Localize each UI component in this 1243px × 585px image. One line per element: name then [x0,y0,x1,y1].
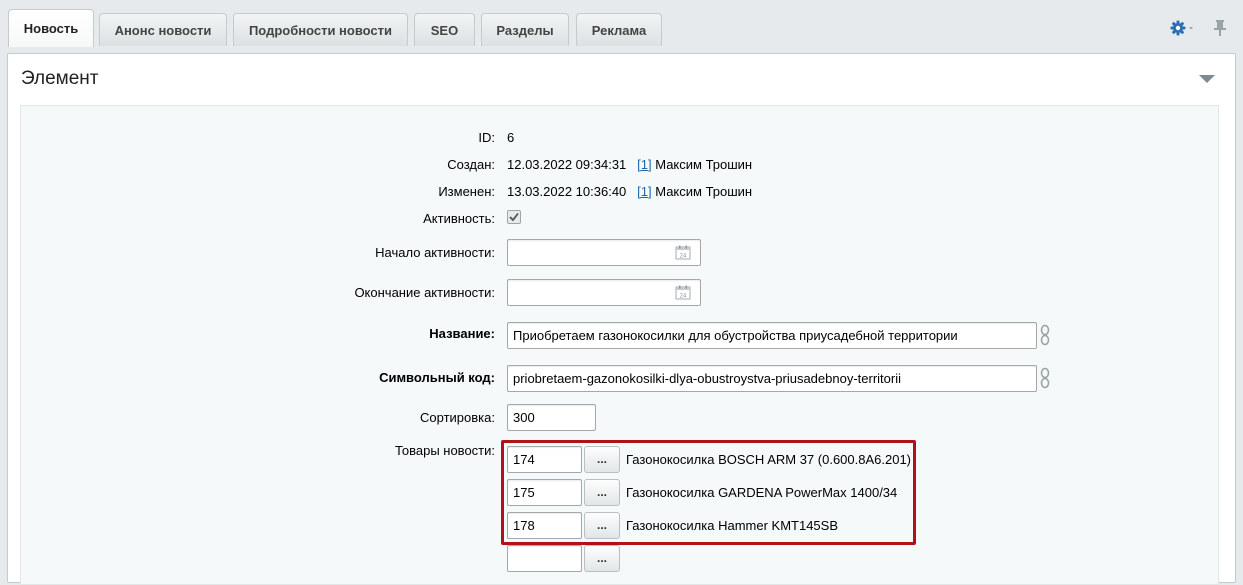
products-label: Товары новости: [394,443,495,458]
browse-button[interactable]: ... [584,545,620,572]
active-label: Активность: [423,211,495,226]
active-to-input[interactable] [507,279,701,306]
code-input[interactable] [507,365,1037,392]
checkmark-icon [509,212,519,222]
name-label: Название: [429,326,495,341]
tab-seo[interactable]: SEO [414,13,475,46]
sort-label: Сортировка: [420,410,495,425]
modified-label: Изменен: [438,184,495,199]
triangle-down-icon[interactable] [1199,75,1215,83]
active-checkbox[interactable] [507,210,521,224]
panel-title: Элемент [21,68,99,89]
created-label: Создан: [447,157,495,172]
modified-date: 13.03.2022 10:36:40 [507,184,627,199]
gear-icon[interactable] [1170,19,1194,37]
active-from-input[interactable] [507,239,701,266]
calendar-day: 24 [680,254,687,260]
active-to-label: Окончание активности: [354,285,495,300]
id-label: ID: [478,130,495,145]
product-id-input[interactable] [507,545,582,572]
modified-info: 13.03.2022 10:36:40 [1] Максим Трошин [507,184,752,199]
id-value: 6 [507,130,515,145]
tab-news[interactable]: Новость [8,9,94,47]
created-date: 12.03.2022 09:34:31 [507,157,627,172]
calendar-icon[interactable]: 24 [675,285,691,300]
modified-user: Максим Трошин [655,184,753,199]
pin-icon[interactable] [1213,19,1227,37]
highlight-frame [501,440,916,545]
tab-details[interactable]: Подробности новости [233,13,408,46]
active-from-label: Начало активности: [375,245,495,260]
tab-advertising[interactable]: Реклама [576,13,662,46]
created-info: 12.03.2022 09:34:31 [1] Максим Трошин [507,157,752,172]
tab-announcement[interactable]: Анонс новости [99,13,227,46]
name-input[interactable] [507,322,1037,349]
created-user: Максим Трошин [655,157,753,172]
created-user-link[interactable]: [1] [637,157,651,172]
calendar-icon[interactable]: 24 [675,245,691,260]
sort-input[interactable] [507,404,596,431]
tab-bar: Новость Анонс новости Подробности новост… [0,0,1243,54]
tab-sections[interactable]: Разделы [481,13,569,46]
chain-link-icon[interactable] [1039,367,1051,389]
modified-user-link[interactable]: [1] [637,184,651,199]
code-label: Символьный код: [379,370,495,385]
calendar-day: 24 [680,294,687,300]
chain-link-icon[interactable] [1039,324,1051,346]
